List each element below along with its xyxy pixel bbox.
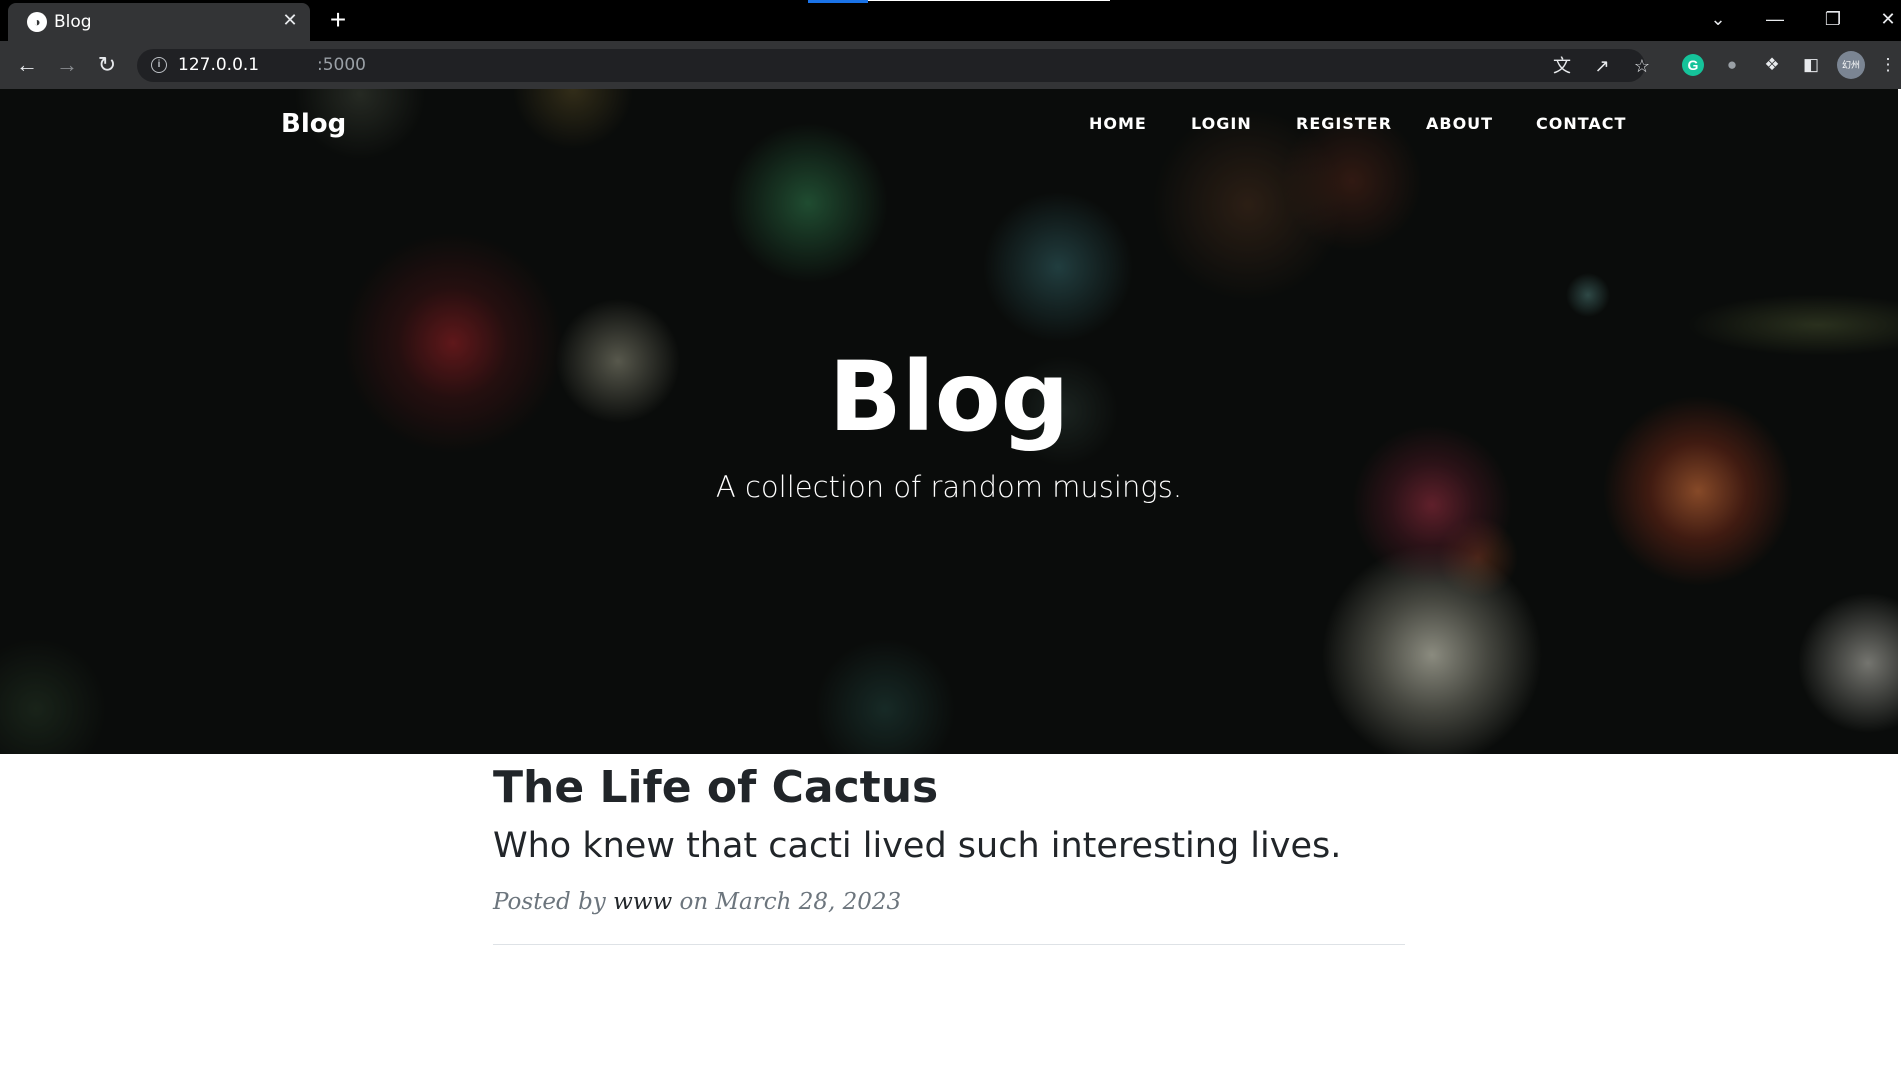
nav-login[interactable]: LOGIN xyxy=(1191,114,1252,133)
globe-icon: ◑ xyxy=(27,12,47,32)
browser-tab-active[interactable]: ◑ Blog ✕ xyxy=(8,3,310,41)
arrow-right-icon[interactable]: → xyxy=(52,50,82,80)
post-author-link[interactable]: www xyxy=(613,889,672,915)
info-icon[interactable]: i xyxy=(151,57,167,73)
page-subtitle: A collection of random musings. xyxy=(715,470,1183,504)
tab-title: Blog xyxy=(54,12,92,32)
close-icon[interactable]: ✕ xyxy=(279,9,301,31)
nav-home[interactable]: HOME xyxy=(1089,114,1147,133)
navbar-brand[interactable]: Blog xyxy=(281,109,346,139)
address-bar[interactable]: i 127.0.0.1 :5000 文 ↗ ☆ xyxy=(137,49,1650,82)
page-viewport: Blog HOME LOGIN REGISTER ABOUT CONTACT B… xyxy=(0,89,1901,1077)
tab-search-icon[interactable]: ⌄ xyxy=(1698,4,1738,34)
post-meta-on: on xyxy=(679,889,709,915)
share-icon[interactable]: ↗ xyxy=(1590,54,1614,78)
nav-register[interactable]: REGISTER xyxy=(1296,114,1392,133)
hero-header: Blog HOME LOGIN REGISTER ABOUT CONTACT B… xyxy=(0,89,1898,754)
page-load-track xyxy=(868,0,1110,1)
reload-icon[interactable]: ↻ xyxy=(92,50,122,80)
kebab-menu-icon[interactable]: ⋮ xyxy=(1878,51,1898,79)
url-port: :5000 xyxy=(317,55,366,75)
page-load-progress xyxy=(808,0,868,3)
post-meta-prefix: Posted by xyxy=(493,889,606,915)
nav-contact[interactable]: CONTACT xyxy=(1536,114,1626,133)
star-icon[interactable]: ☆ xyxy=(1630,54,1654,78)
post-meta: Posted by www on March 28, 2023 xyxy=(493,889,901,915)
post-date: March 28, 2023 xyxy=(715,889,902,915)
url-host: 127.0.0.1 xyxy=(178,55,260,75)
arrow-left-icon[interactable]: ← xyxy=(12,50,42,80)
browser-tabstrip: ◑ Blog ✕ + ⌄ — ❐ ✕ xyxy=(0,0,1901,41)
avatar[interactable]: 幻州 xyxy=(1837,51,1865,79)
minimize-icon[interactable]: — xyxy=(1755,4,1795,34)
translate-icon[interactable]: 文 xyxy=(1550,54,1574,78)
nav-about[interactable]: ABOUT xyxy=(1426,114,1493,133)
restore-icon[interactable]: ❐ xyxy=(1813,4,1853,34)
post-divider xyxy=(493,944,1405,945)
browser-toolbar: ← → ↻ i 127.0.0.1 :5000 文 ↗ ☆ G ● ❖ ◧ 幻州… xyxy=(0,41,1901,89)
extension-icon[interactable]: ● xyxy=(1718,51,1746,79)
puzzle-icon[interactable]: ❖ xyxy=(1758,51,1786,79)
grammarly-extension-icon[interactable]: G xyxy=(1682,54,1704,76)
post-title[interactable]: The Life of Cactus xyxy=(493,762,938,813)
page-title: Blog xyxy=(828,341,1070,453)
plus-icon[interactable]: + xyxy=(324,6,352,35)
window-close-icon[interactable]: ✕ xyxy=(1868,4,1901,34)
side-panel-icon[interactable]: ◧ xyxy=(1797,51,1825,79)
post-subtitle[interactable]: Who knew that cacti lived such interesti… xyxy=(493,826,1341,866)
